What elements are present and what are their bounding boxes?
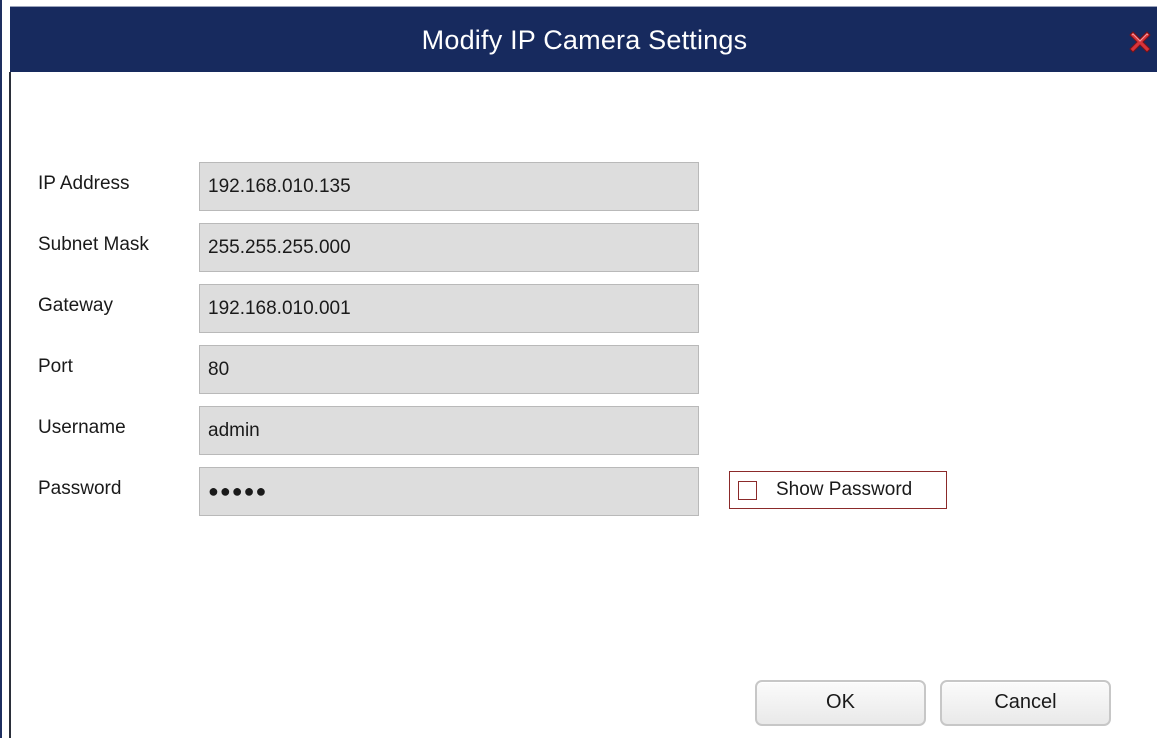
ok-button[interactable]: OK [755, 680, 926, 726]
gateway-field[interactable]: 192.168.010.001 [199, 284, 699, 333]
close-x-icon [1129, 31, 1151, 53]
username-label: Username [38, 417, 126, 438]
username-field[interactable]: admin [199, 406, 699, 455]
port-field[interactable]: 80 [199, 345, 699, 394]
subnet-mask-label: Subnet Mask [38, 234, 149, 255]
subnet-mask-field[interactable]: 255.255.255.000 [199, 223, 699, 272]
password-label: Password [38, 478, 122, 499]
gateway-label: Gateway [38, 295, 113, 316]
dialog-title: Modify IP Camera Settings [421, 25, 748, 55]
show-password-toggle[interactable]: Show Password [729, 471, 947, 509]
ip-address-field[interactable]: 192.168.010.135 [199, 162, 699, 211]
modify-ip-camera-dialog: Modify IP Camera Settings IP Address 192… [0, 0, 1157, 738]
title-bar: Modify IP Camera Settings [10, 6, 1157, 72]
show-password-checkbox[interactable] [738, 481, 757, 500]
cancel-button[interactable]: Cancel [940, 680, 1111, 726]
ip-address-label: IP Address [38, 173, 130, 194]
dialog-left-border [9, 72, 11, 738]
port-label: Port [38, 356, 73, 377]
close-button[interactable] [1125, 27, 1155, 57]
show-password-label: Show Password [776, 479, 913, 500]
password-field[interactable]: ●●●●● [199, 467, 699, 516]
